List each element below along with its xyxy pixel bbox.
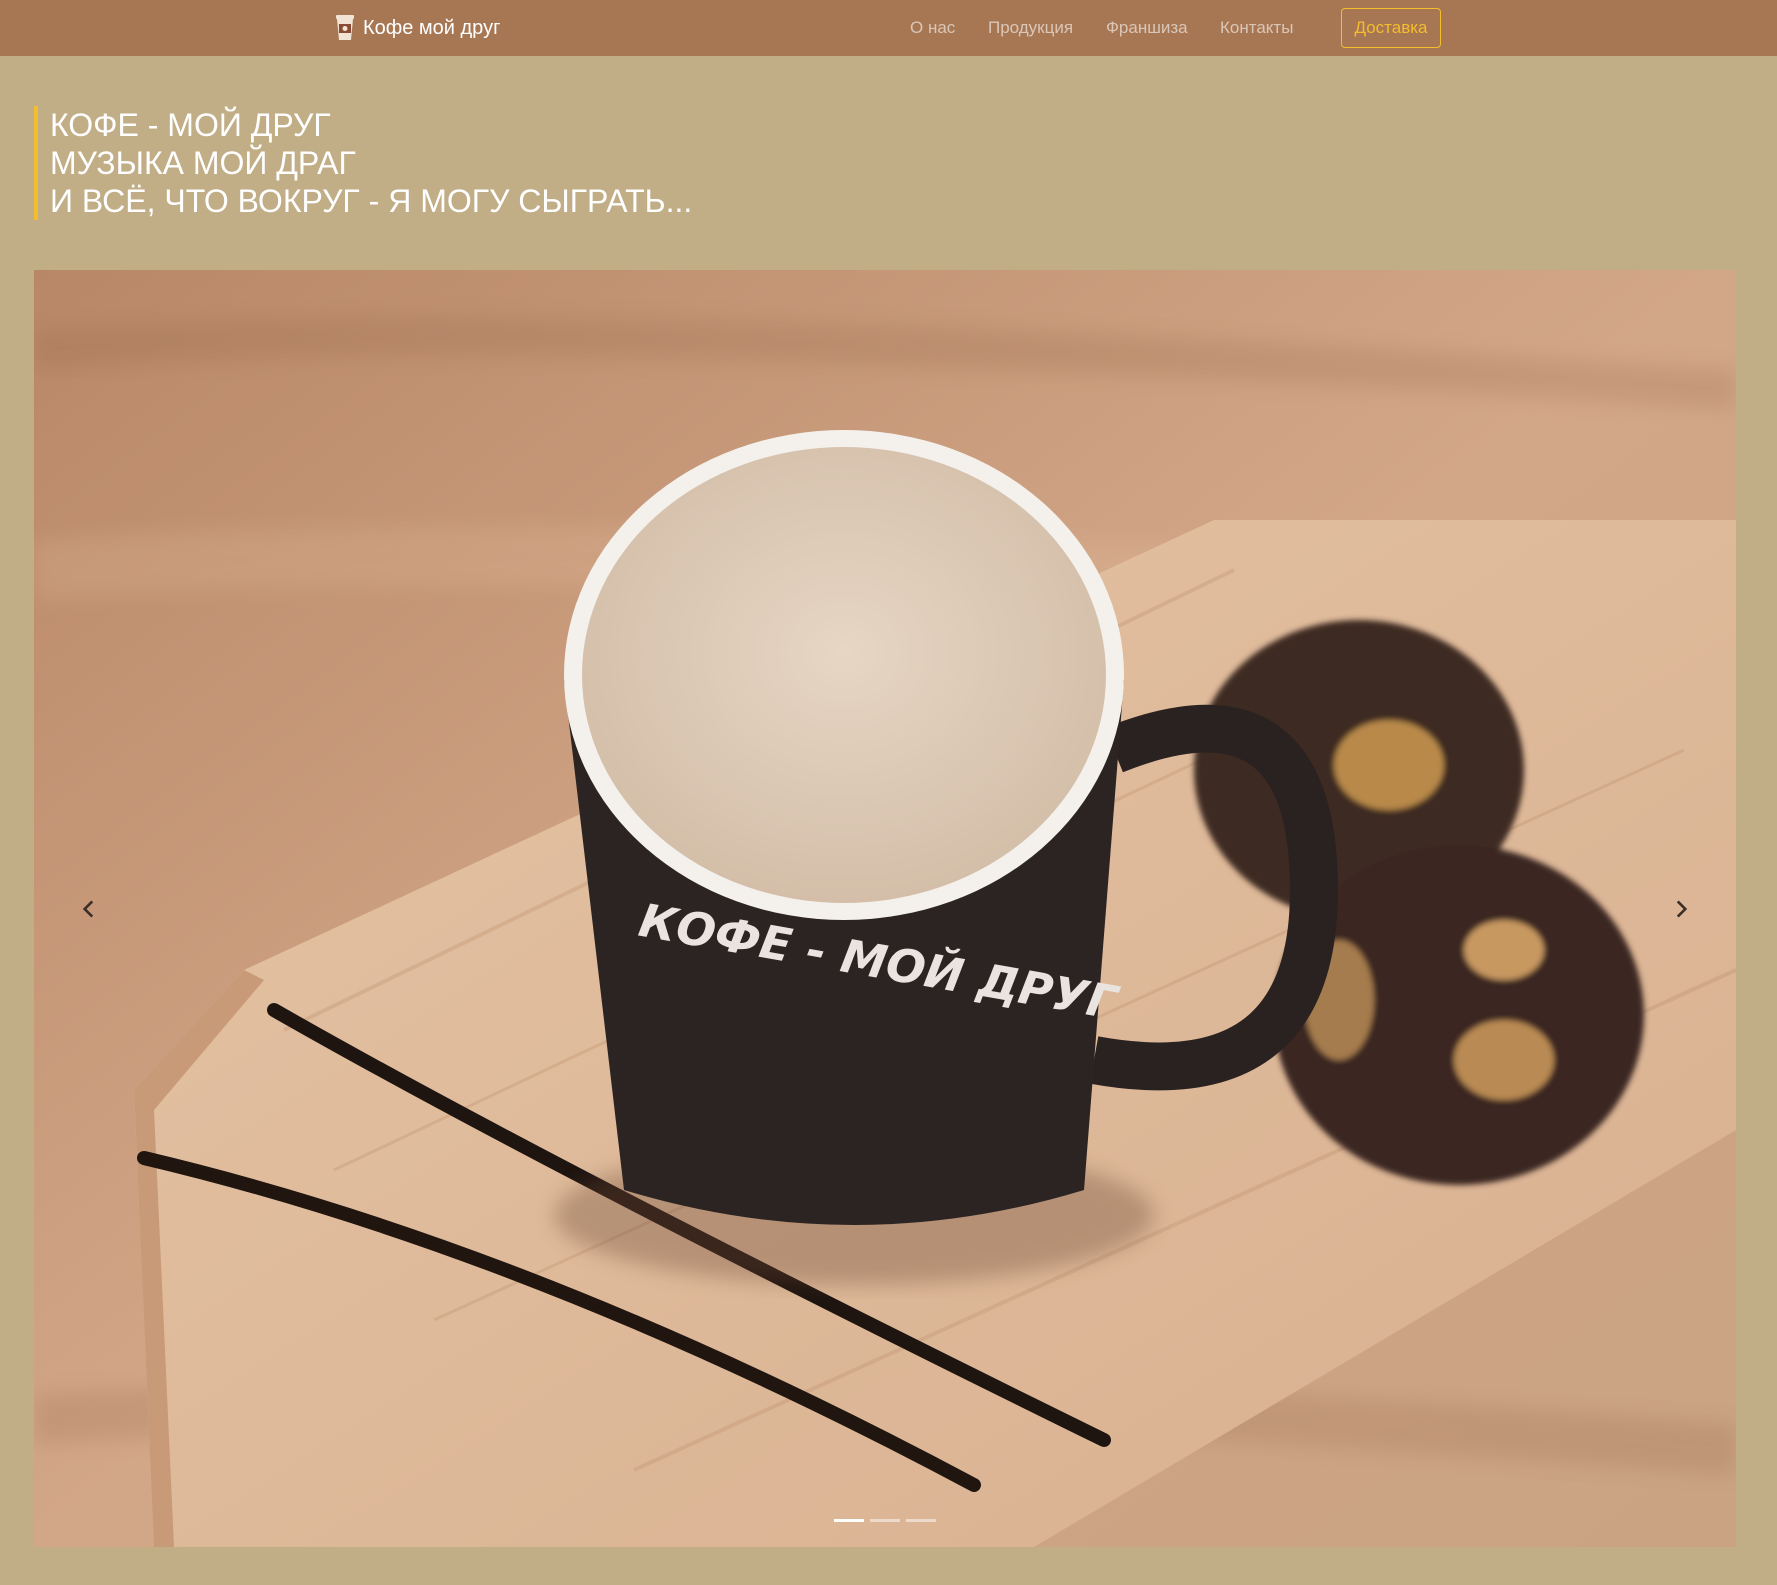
carousel-indicator-2[interactable] <box>870 1519 900 1522</box>
chevron-left-icon <box>82 899 94 918</box>
carousel-indicator-1[interactable] <box>834 1519 864 1522</box>
nav-products[interactable]: Продукция <box>988 18 1073 38</box>
hero-line-2: МУЗЫКА МОЙ ДРАГ <box>50 145 356 181</box>
main-nav: О нас Продукция Франшиза Контакты Достав… <box>0 0 1777 56</box>
coffee-mug-photo: КОФЕ - МОЙ ДРУГ <box>34 270 1736 1547</box>
hero-line-1: КОФЕ - МОЙ ДРУГ <box>50 107 331 143</box>
nav-franchise[interactable]: Франшиза <box>1106 18 1188 38</box>
nav-contacts[interactable]: Контакты <box>1220 18 1293 38</box>
chevron-right-icon <box>1676 899 1688 918</box>
image-carousel: КОФЕ - МОЙ ДРУГ <box>34 270 1736 1547</box>
hero-heading: КОФЕ - МОЙ ДРУГ МУЗЫКА МОЙ ДРАГ И ВСЁ, Ч… <box>34 106 692 220</box>
carousel-indicators <box>34 1519 1736 1525</box>
nav-about[interactable]: О нас <box>910 18 955 38</box>
carousel-indicator-3[interactable] <box>906 1519 936 1522</box>
carousel-prev-button[interactable] <box>34 270 144 1547</box>
hero-line-3: И ВСЁ, ЧТО ВОКРУГ - Я МОГУ СЫГРАТЬ... <box>50 183 693 219</box>
delivery-button[interactable]: Доставка <box>1341 8 1441 48</box>
navbar: Кофе мой друг О нас Продукция Франшиза К… <box>0 0 1777 56</box>
carousel-next-button[interactable] <box>1626 270 1736 1547</box>
